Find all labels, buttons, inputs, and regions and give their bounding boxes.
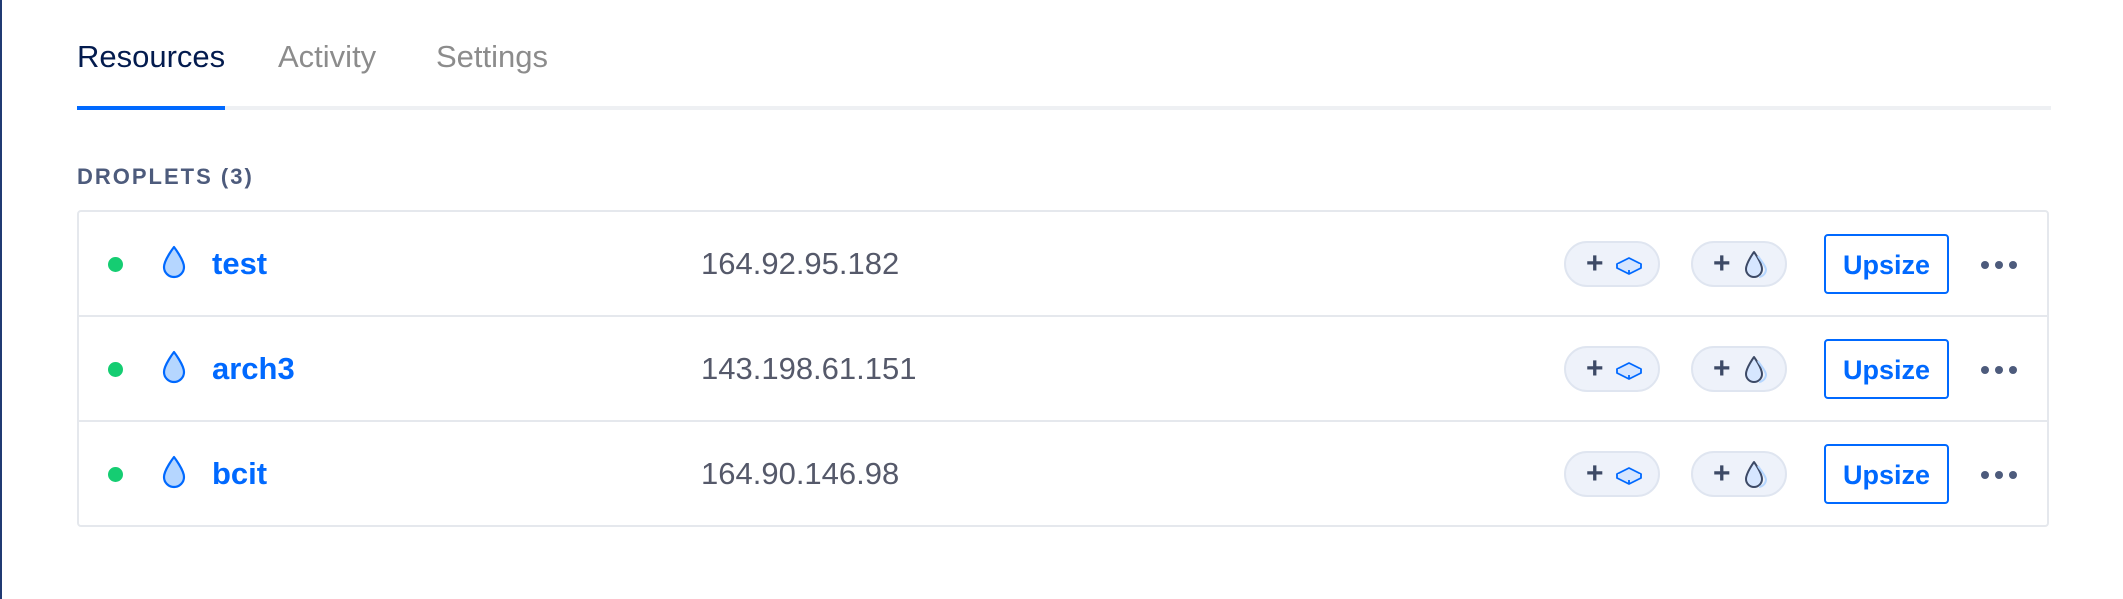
status-dot <box>108 362 123 377</box>
tab-resources[interactable]: Resources <box>77 37 225 77</box>
droplet-row: test 164.92.95.182 + + Upsize <box>79 212 2047 317</box>
add-droplet-button[interactable]: + <box>1691 241 1787 287</box>
more-actions-button[interactable] <box>1979 250 2019 280</box>
droplet-icon <box>162 455 186 489</box>
droplet-icon <box>1745 356 1768 383</box>
droplet-list: test 164.92.95.182 + + Upsize arch3 143.… <box>77 210 2049 527</box>
plus-icon: + <box>1713 352 1731 385</box>
resources-panel: Resources Activity Settings DROPLETS (3)… <box>77 0 2051 527</box>
status-dot <box>108 257 123 272</box>
plus-icon: + <box>1713 247 1731 280</box>
add-volume-button[interactable]: + <box>1564 346 1660 392</box>
volume-icon <box>1616 257 1642 275</box>
add-droplet-button[interactable]: + <box>1691 346 1787 392</box>
volume-icon <box>1616 362 1642 380</box>
window-left-edge <box>0 0 2 599</box>
tab-bar: Resources Activity Settings <box>77 0 2051 110</box>
tab-settings[interactable]: Settings <box>436 37 548 77</box>
ellipsis-dot <box>1995 471 2003 479</box>
add-volume-button[interactable]: + <box>1564 241 1660 287</box>
ip-address: 164.92.95.182 <box>701 246 900 281</box>
droplet-name-link[interactable]: test <box>212 244 267 284</box>
volume-icon <box>1616 467 1642 485</box>
add-droplet-button[interactable]: + <box>1691 451 1787 497</box>
section-heading: DROPLETS (3) <box>77 164 254 190</box>
status-dot <box>108 467 123 482</box>
ellipsis-dot <box>2009 261 2017 269</box>
ellipsis-dot <box>1981 366 1989 374</box>
ellipsis-dot <box>2009 366 2017 374</box>
upsize-button[interactable]: Upsize <box>1824 234 1949 294</box>
active-tab-indicator <box>77 106 225 110</box>
ellipsis-dot <box>1995 366 2003 374</box>
ip-address: 143.198.61.151 <box>701 351 917 386</box>
plus-icon: + <box>1586 457 1604 490</box>
droplet-name-link[interactable]: bcit <box>212 454 267 494</box>
plus-icon: + <box>1713 457 1731 490</box>
ellipsis-dot <box>1995 261 2003 269</box>
droplet-icon <box>1745 251 1768 278</box>
more-actions-button[interactable] <box>1979 355 2019 385</box>
droplet-icon <box>162 245 186 279</box>
droplet-row: bcit 164.90.146.98 + + Upsize <box>79 422 2047 525</box>
droplet-name-link[interactable]: arch3 <box>212 349 295 389</box>
plus-icon: + <box>1586 247 1604 280</box>
ellipsis-dot <box>1981 261 1989 269</box>
section-title: DROPLETS <box>77 164 213 189</box>
droplet-icon <box>1745 461 1768 488</box>
add-volume-button[interactable]: + <box>1564 451 1660 497</box>
tab-activity[interactable]: Activity <box>278 37 376 77</box>
ellipsis-dot <box>2009 471 2017 479</box>
droplet-count: (3) <box>220 164 254 189</box>
ip-address: 164.90.146.98 <box>701 456 900 491</box>
upsize-button[interactable]: Upsize <box>1824 444 1949 504</box>
ellipsis-dot <box>1981 471 1989 479</box>
droplet-row: arch3 143.198.61.151 + + Upsize <box>79 317 2047 422</box>
plus-icon: + <box>1586 352 1604 385</box>
droplet-icon <box>162 350 186 384</box>
more-actions-button[interactable] <box>1979 460 2019 490</box>
upsize-button[interactable]: Upsize <box>1824 339 1949 399</box>
